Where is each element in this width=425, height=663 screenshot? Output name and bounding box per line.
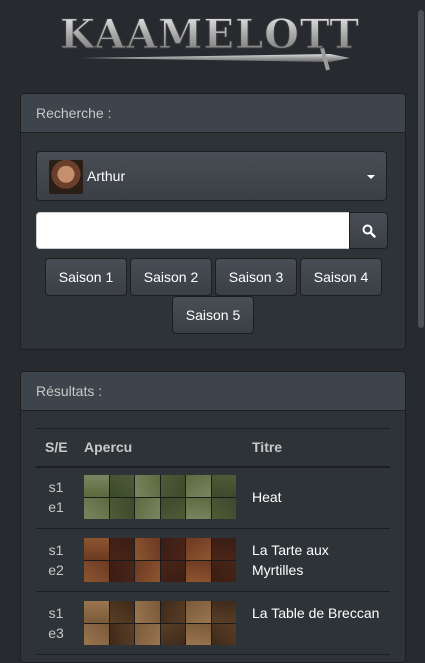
search-input[interactable] [36,212,350,249]
preview-frame [211,601,236,623]
preview-frame [160,538,185,560]
preview-frame [186,560,211,582]
preview-frame [84,601,109,623]
table-header: S/E Apercu Titre [36,428,390,468]
logo-text: KAAMELOTT [60,11,360,58]
episode-preview[interactable] [84,601,236,645]
preview-frame [135,560,160,582]
preview-frame [186,497,211,519]
column-header-se: S/E [45,439,68,455]
preview-frame [109,601,134,623]
character-avatar [49,160,83,194]
table-row[interactable]: s1 e3 La Table de Breccan [36,592,390,655]
preview-frame [211,497,236,519]
season-number: s1 [48,605,64,621]
preview-frame [109,560,134,582]
preview-frame [211,475,236,497]
chevron-down-icon [367,175,375,179]
search-button[interactable] [349,212,388,249]
preview-frame [135,601,160,623]
column-header-apercu: Apercu [84,439,133,455]
scrollbar-thumb[interactable] [418,10,424,328]
preview-frame [186,475,211,497]
episode-title[interactable]: Heat [252,487,382,507]
preview-frame [109,538,134,560]
episode-number: e2 [48,562,64,578]
episode-number: e3 [48,625,64,641]
preview-frame [135,475,160,497]
preview-frame [109,497,134,519]
kaamelott-logo: KAAMELOTT [60,11,360,71]
preview-frame [109,475,134,497]
preview-frame [160,475,185,497]
search-icon [362,224,376,238]
character-select[interactable]: Arthur [36,151,387,201]
preview-frame [186,538,211,560]
episode-preview[interactable] [84,475,236,519]
results-panel-heading: Résultats : [21,372,405,411]
character-select-value: Arthur [87,168,126,184]
season-number: s1 [48,542,64,558]
season-2-button[interactable]: Saison 2 [130,258,212,296]
season-1-button[interactable]: Saison 1 [45,258,127,296]
table-row[interactable]: s1 e1 Heat [36,466,390,529]
season-4-button[interactable]: Saison 4 [300,258,382,296]
season-3-button[interactable]: Saison 3 [215,258,297,296]
preview-frame [84,538,109,560]
episode-number: e1 [48,499,64,515]
results-panel: Résultats : S/E Apercu Titre s1 e1 Heat … [20,371,406,663]
preview-frame [84,560,109,582]
preview-frame [135,497,160,519]
search-panel: Recherche : Arthur Saison 1 Saison 2 Sai… [20,93,406,350]
preview-frame [135,538,160,560]
preview-frame [160,601,185,623]
preview-frame [84,497,109,519]
preview-frame [84,475,109,497]
preview-frame [160,560,185,582]
preview-frame [211,560,236,582]
episode-preview[interactable] [84,538,236,582]
search-panel-heading: Recherche : [21,94,405,133]
preview-frame [211,538,236,560]
table-row[interactable]: s1 e2 La Tarte aux Myrtilles [36,529,390,592]
preview-frame [160,497,185,519]
column-header-titre: Titre [252,439,283,455]
episode-title[interactable]: La Table de Breccan [252,603,382,623]
season-number: s1 [48,479,64,495]
preview-frame [186,601,211,623]
season-5-button[interactable]: Saison 5 [172,296,254,334]
page-scrollbar[interactable] [417,0,425,642]
episode-title[interactable]: La Tarte aux Myrtilles [252,540,382,580]
